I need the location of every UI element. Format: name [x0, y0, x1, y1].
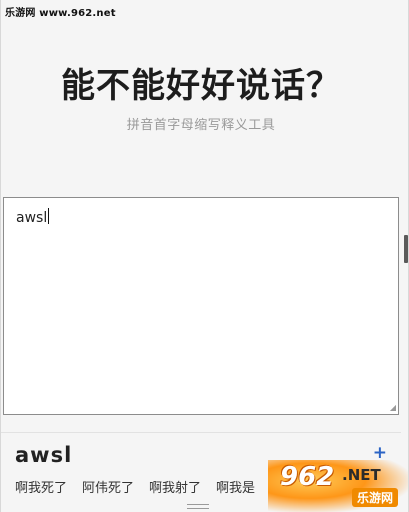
abbreviation-input[interactable]: awsl ◢: [3, 197, 399, 415]
site-watermark: 乐游网 www.962.net: [5, 8, 116, 19]
add-meaning-button[interactable]: +: [373, 443, 387, 463]
result-card: awsl + 啊我死了 阿伟死了 啊我射了 啊我是: [1, 432, 401, 512]
drag-handle-icon[interactable]: [187, 504, 209, 509]
result-term: awsl: [15, 443, 73, 467]
meaning-item[interactable]: 啊我是: [216, 477, 255, 496]
abbreviation-input-value: awsl: [16, 210, 48, 226]
scrollbar-thumb[interactable]: [404, 235, 408, 263]
resize-grip-icon[interactable]: ◢: [390, 404, 396, 412]
page-title: 能不能好好说话？: [61, 66, 341, 106]
meaning-item[interactable]: 啊我射了: [149, 477, 201, 496]
meaning-item[interactable]: 阿伟死了: [82, 477, 134, 496]
page-subtitle: 拼音首字母缩写释义工具: [126, 118, 276, 133]
page: 乐游网 www.962.net 能不能好好说话？ 拼音首字母缩写释义工具 aws…: [0, 0, 409, 512]
meaning-list: 啊我死了 阿伟死了 啊我射了 啊我是: [15, 477, 401, 496]
text-caret: [48, 208, 50, 224]
meaning-item[interactable]: 啊我死了: [15, 477, 67, 496]
